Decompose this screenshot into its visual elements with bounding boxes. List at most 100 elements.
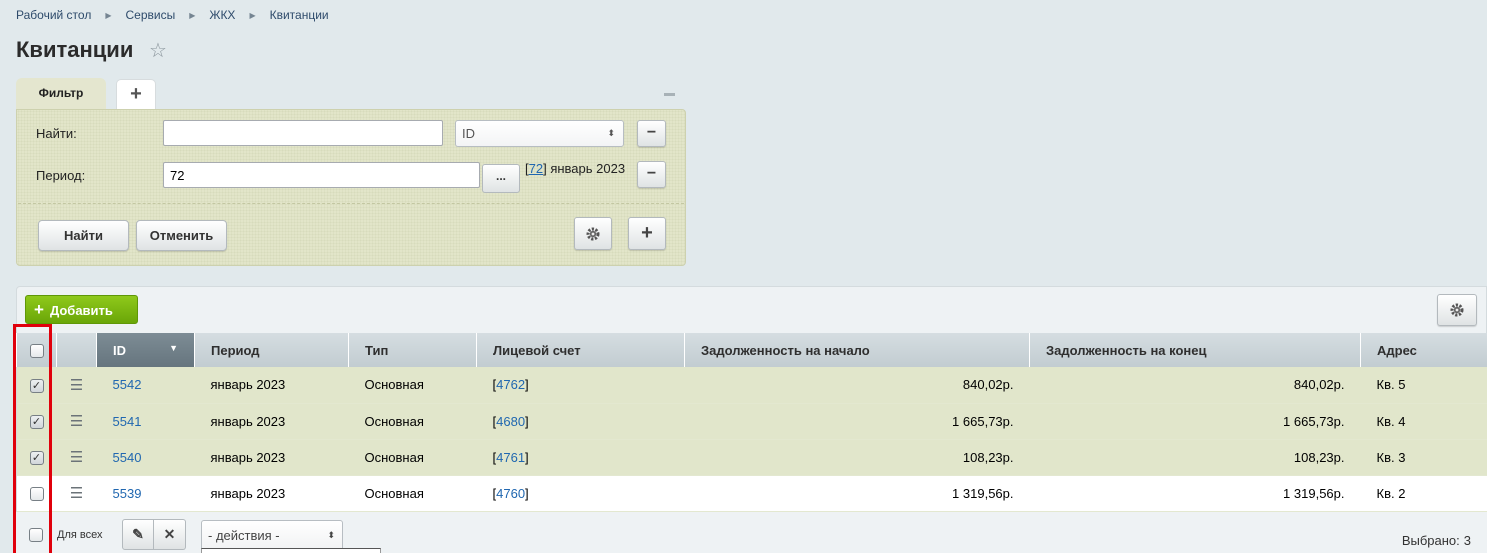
row-debt-end: 840,02р. — [1029, 367, 1361, 404]
column-header-address[interactable]: Адрес — [1360, 333, 1487, 367]
period-input[interactable] — [163, 162, 480, 188]
edit-button[interactable]: ✎ — [122, 519, 154, 550]
row-menu-icon[interactable]: ☰ — [56, 367, 97, 404]
row-id-link[interactable]: 5541 — [113, 414, 142, 429]
row-debt-start: 108,23р. — [684, 439, 1030, 476]
row-menu-icon[interactable]: ☰ — [56, 475, 97, 512]
add-filter-tab-button[interactable]: + — [116, 79, 156, 109]
plus-icon: + — [34, 300, 44, 319]
row-type: Основная — [348, 367, 477, 404]
row-debt-start: 1 665,73р. — [684, 403, 1030, 440]
row-address: Кв. 3 — [1360, 439, 1487, 476]
row-type: Основная — [348, 403, 477, 440]
row-period: январь 2023 — [194, 475, 349, 512]
column-header-debt-start[interactable]: Задолженность на начало — [684, 333, 1030, 367]
breadcrumb-services[interactable]: Сервисы — [125, 8, 175, 22]
period-text: январь 2023 — [550, 161, 626, 176]
row-debt-end: 1 665,73р. — [1029, 403, 1361, 440]
column-header-account[interactable]: Лицевой счет — [476, 333, 685, 367]
table-header: ID ▼ Период Тип Лицевой счет Задолженност… — [16, 333, 1487, 367]
close-icon: ✕ — [163, 526, 176, 542]
row-debt-start: 840,02р. — [684, 367, 1030, 404]
filter-panel: Найти: ID ⬍ − Период: ... [72] январь 20… — [16, 109, 686, 266]
gear-icon — [586, 227, 600, 241]
table-row[interactable]: ✓ ☰ 5542 январь 2023 Основная [4762] 840… — [16, 367, 1487, 404]
row-period: январь 2023 — [194, 367, 349, 404]
selected-count-value: 3 — [1463, 533, 1471, 548]
delete-button[interactable]: ✕ — [154, 519, 186, 550]
pencil-icon: ✎ — [132, 526, 144, 542]
star-icon[interactable]: ☆ — [149, 41, 167, 61]
for-all-label: Для всех — [57, 529, 103, 541]
actions-select[interactable]: - действия - ⬍ — [201, 520, 343, 551]
select-arrows-icon: ⬍ — [607, 128, 615, 138]
tab-filter[interactable]: Фильтр — [16, 78, 106, 110]
actions-dropdown[interactable] — [201, 548, 381, 553]
row-menu-icon[interactable]: ☰ — [56, 403, 97, 440]
breadcrumb: Рабочий стол ▶ Сервисы ▶ ЖКХ ▶ Квитанции — [16, 8, 329, 22]
filter-settings-button[interactable] — [574, 217, 612, 250]
column-header-id[interactable]: ID ▼ — [96, 333, 195, 367]
column-header-type[interactable]: Тип — [348, 333, 477, 367]
breadcrumb-receipts[interactable]: Квитанции — [270, 8, 329, 22]
row-account-link[interactable]: 4761 — [496, 450, 525, 465]
row-type: Основная — [348, 439, 477, 476]
remove-period-row-button[interactable]: − — [637, 161, 666, 188]
find-field-value: ID — [462, 126, 475, 141]
row-account-link[interactable]: 4762 — [496, 377, 525, 392]
row-account-link[interactable]: 4680 — [496, 414, 525, 429]
row-period: январь 2023 — [194, 403, 349, 440]
chevron-right-icon: ▶ — [189, 10, 196, 20]
period-link[interactable]: 72 — [529, 161, 543, 176]
actions-select-value: - действия - — [208, 528, 280, 543]
row-debt-end: 1 319,56р. — [1029, 475, 1361, 512]
cancel-button[interactable]: Отменить — [136, 220, 227, 251]
row-debt-end: 108,23р. — [1029, 439, 1361, 476]
find-field-select[interactable]: ID ⬍ — [455, 120, 624, 147]
breadcrumb-desktop[interactable]: Рабочий стол — [16, 8, 91, 22]
page-title: Квитанции — [16, 37, 134, 62]
menu-header — [56, 333, 97, 367]
row-period: январь 2023 — [194, 439, 349, 476]
row-type: Основная — [348, 475, 477, 512]
row-address: Кв. 4 — [1360, 403, 1487, 440]
table-row[interactable]: ✓ ☰ 5540 январь 2023 Основная [4761] 108… — [16, 439, 1487, 476]
selected-label: Выбрано: — [1401, 533, 1460, 548]
row-checkbox[interactable]: ✓ — [29, 378, 44, 393]
add-filter-field-button[interactable]: + — [628, 217, 666, 250]
select-arrows-icon: ⬍ — [327, 530, 335, 540]
selected-count: Выбрано: 3 — [1402, 533, 1471, 548]
table-row[interactable]: ☰ 5539 январь 2023 Основная [4760] 1 319… — [16, 475, 1487, 512]
period-browse-button[interactable]: ... — [482, 164, 520, 193]
find-input[interactable] — [163, 120, 443, 146]
add-button[interactable]: + Добавить — [25, 295, 138, 324]
row-id-link[interactable]: 5539 — [113, 486, 142, 501]
for-all-checkbox[interactable] — [29, 528, 43, 542]
row-account-link[interactable]: 4760 — [496, 486, 525, 501]
group-action-buttons: ✎ ✕ — [122, 519, 186, 550]
row-checkbox[interactable]: ✓ — [29, 450, 44, 465]
gear-icon — [1450, 303, 1464, 317]
remove-find-row-button[interactable]: − — [637, 120, 666, 147]
select-all-checkbox[interactable] — [29, 343, 44, 358]
row-menu-icon[interactable]: ☰ — [56, 439, 97, 476]
row-id-link[interactable]: 5540 — [113, 450, 142, 465]
period-label: Период: — [36, 168, 86, 183]
breadcrumb-housing[interactable]: ЖКХ — [209, 8, 235, 22]
filter-divider — [18, 203, 684, 204]
find-button[interactable]: Найти — [38, 220, 129, 251]
row-id-link[interactable]: 5542 — [113, 377, 142, 392]
row-checkbox[interactable] — [29, 486, 44, 501]
column-header-period[interactable]: Период — [194, 333, 349, 367]
collapse-filter-icon[interactable] — [664, 93, 675, 96]
sort-desc-icon: ▼ — [169, 342, 178, 353]
receipts-table: ID ▼ Период Тип Лицевой счет Задолженност… — [16, 333, 1487, 512]
column-header-debt-end[interactable]: Задолженность на конец — [1029, 333, 1361, 367]
list-settings-button[interactable] — [1437, 294, 1477, 326]
period-note: [72] январь 2023 — [525, 161, 626, 176]
table-row[interactable]: ✓ ☰ 5541 январь 2023 Основная [4680] 1 6… — [16, 403, 1487, 440]
row-address: Кв. 5 — [1360, 367, 1487, 404]
add-button-label: Добавить — [49, 303, 113, 318]
row-address: Кв. 2 — [1360, 475, 1487, 512]
row-checkbox[interactable]: ✓ — [29, 414, 44, 429]
